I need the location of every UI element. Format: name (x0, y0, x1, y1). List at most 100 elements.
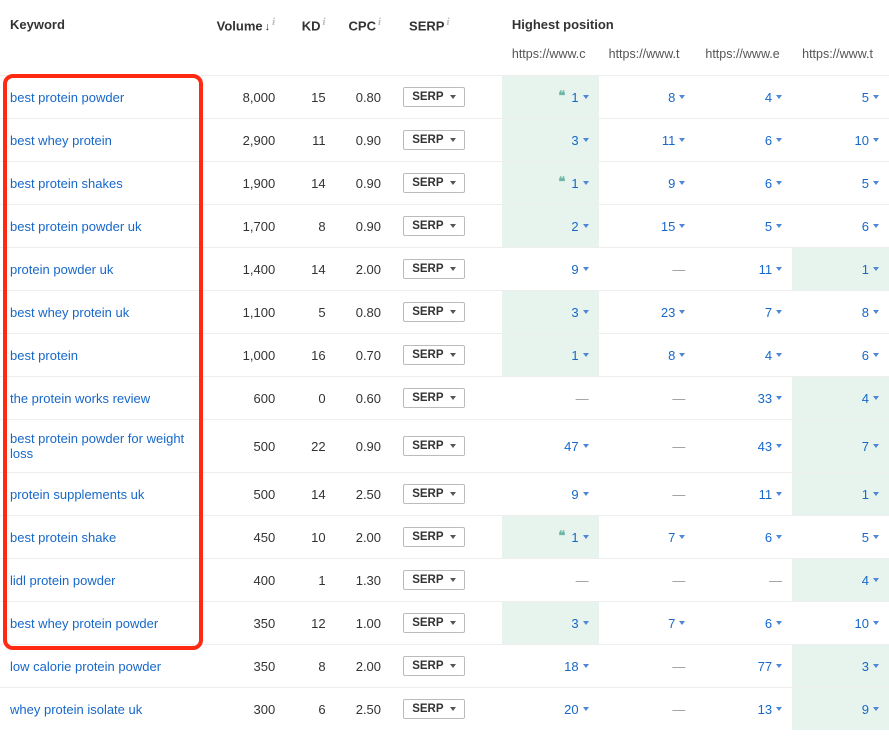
position-cell[interactable]: 3 (502, 291, 599, 334)
position-cell[interactable]: 3 (502, 119, 599, 162)
col-keyword[interactable]: Keyword (0, 8, 207, 41)
position-cell[interactable]: 33 (695, 377, 792, 420)
position-cell[interactable]: 7 (599, 602, 696, 645)
keyword-link[interactable]: best protein shake (10, 530, 116, 545)
position-cell[interactable]: 9 (792, 688, 889, 731)
position-cell[interactable]: 6 (695, 119, 792, 162)
keyword-link[interactable]: the protein works review (10, 391, 150, 406)
position-cell[interactable]: 8 (792, 291, 889, 334)
position-cell[interactable]: 1 (792, 248, 889, 291)
info-icon[interactable]: i (378, 16, 381, 28)
info-icon[interactable]: i (272, 16, 275, 28)
position-cell[interactable]: 11 (599, 119, 696, 162)
serp-button[interactable]: SERP (403, 216, 464, 236)
table-row: best protein powder8,000150.80SERP❝1845 (0, 76, 889, 119)
keyword-link[interactable]: protein powder uk (10, 262, 113, 277)
position-cell[interactable]: 8 (599, 334, 696, 377)
serp-button[interactable]: SERP (403, 656, 464, 676)
position-cell[interactable]: 4 (792, 377, 889, 420)
position-cell[interactable]: 5 (792, 76, 889, 119)
position-cell[interactable]: 9 (599, 162, 696, 205)
keyword-link[interactable]: best protein powder (10, 90, 124, 105)
position-cell[interactable]: 9 (502, 473, 599, 516)
position-cell[interactable]: 10 (792, 602, 889, 645)
keyword-link[interactable]: best protein shakes (10, 176, 123, 191)
position-cell[interactable]: 23 (599, 291, 696, 334)
col-serp[interactable]: SERPi (391, 8, 477, 41)
position-cell[interactable]: 7 (792, 420, 889, 473)
position-cell[interactable]: ❝1 (502, 516, 599, 559)
position-cell[interactable]: 11 (695, 248, 792, 291)
keyword-link[interactable]: lidl protein powder (10, 573, 116, 588)
keyword-link[interactable]: best whey protein uk (10, 305, 129, 320)
position-cell[interactable]: 6 (695, 602, 792, 645)
position-cell[interactable]: 1 (502, 334, 599, 377)
url-col-3[interactable]: https://www.t (792, 41, 889, 76)
position-cell[interactable]: 18 (502, 645, 599, 688)
position-cell[interactable]: 8 (599, 76, 696, 119)
col-cpc[interactable]: CPCi (336, 8, 391, 41)
position-cell[interactable]: 3 (792, 645, 889, 688)
keyword-link[interactable]: best whey protein (10, 133, 112, 148)
position-cell[interactable]: ❝1 (502, 76, 599, 119)
chevron-down-icon (583, 353, 589, 357)
cpc-cell: 2.00 (336, 645, 391, 688)
url-col-2[interactable]: https://www.e (695, 41, 792, 76)
serp-button[interactable]: SERP (403, 484, 464, 504)
position-cell[interactable]: 7 (695, 291, 792, 334)
keyword-link[interactable]: best protein powder for weight loss (10, 431, 184, 461)
position-cell: — (502, 377, 599, 420)
serp-button[interactable]: SERP (403, 436, 464, 456)
chevron-down-icon (450, 310, 456, 314)
url-col-1[interactable]: https://www.t (599, 41, 696, 76)
position-cell[interactable]: 6 (695, 516, 792, 559)
position-cell[interactable]: 20 (502, 688, 599, 731)
position-cell[interactable]: 5 (695, 205, 792, 248)
serp-button[interactable]: SERP (403, 345, 464, 365)
position-cell[interactable]: 1 (792, 473, 889, 516)
position-cell[interactable]: 9 (502, 248, 599, 291)
position-cell[interactable]: 47 (502, 420, 599, 473)
position-cell[interactable]: 4 (695, 334, 792, 377)
position-cell[interactable]: 2 (502, 205, 599, 248)
position-cell[interactable]: 11 (695, 473, 792, 516)
position-cell[interactable]: 10 (792, 119, 889, 162)
cpc-cell: 0.90 (336, 420, 391, 473)
position-cell[interactable]: 7 (599, 516, 696, 559)
position-cell[interactable]: 43 (695, 420, 792, 473)
serp-button[interactable]: SERP (403, 87, 464, 107)
serp-button[interactable]: SERP (403, 388, 464, 408)
keyword-link[interactable]: protein supplements uk (10, 487, 144, 502)
keyword-link[interactable]: best protein powder uk (10, 219, 142, 234)
serp-button[interactable]: SERP (403, 259, 464, 279)
cpc-cell: 2.00 (336, 516, 391, 559)
position-cell[interactable]: 5 (792, 162, 889, 205)
col-volume[interactable]: Volume↓i (207, 8, 286, 41)
position-cell[interactable]: 4 (695, 76, 792, 119)
position-cell[interactable]: 4 (792, 559, 889, 602)
keyword-link[interactable]: best protein (10, 348, 78, 363)
position-cell[interactable]: 6 (695, 162, 792, 205)
keyword-link[interactable]: best whey protein powder (10, 616, 158, 631)
keyword-link[interactable]: whey protein isolate uk (10, 702, 142, 717)
position-cell[interactable]: 77 (695, 645, 792, 688)
position-cell[interactable]: 6 (792, 205, 889, 248)
serp-button[interactable]: SERP (403, 302, 464, 322)
position-cell[interactable]: ❝1 (502, 162, 599, 205)
serp-button[interactable]: SERP (403, 699, 464, 719)
position-cell[interactable]: 3 (502, 602, 599, 645)
keyword-link[interactable]: low calorie protein powder (10, 659, 161, 674)
position-cell[interactable]: 5 (792, 516, 889, 559)
url-col-0[interactable]: https://www.c (502, 41, 599, 76)
serp-button[interactable]: SERP (403, 130, 464, 150)
position-cell[interactable]: 13 (695, 688, 792, 731)
serp-button[interactable]: SERP (403, 570, 464, 590)
serp-button[interactable]: SERP (403, 527, 464, 547)
col-kd[interactable]: KDi (285, 8, 335, 41)
position-cell[interactable]: 6 (792, 334, 889, 377)
position-cell[interactable]: 15 (599, 205, 696, 248)
serp-button[interactable]: SERP (403, 173, 464, 193)
info-icon[interactable]: i (323, 16, 326, 28)
info-icon[interactable]: i (446, 16, 449, 28)
serp-button[interactable]: SERP (403, 613, 464, 633)
